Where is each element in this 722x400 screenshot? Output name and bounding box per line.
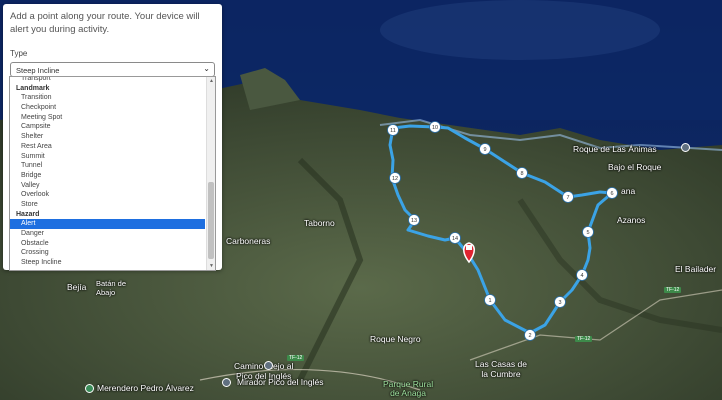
panel-instructions: Add a point along your route. Your devic…: [10, 11, 200, 35]
type-option[interactable]: Transport: [10, 77, 205, 84]
waypoint-number: 11: [390, 128, 396, 134]
option-group-header: Hazard: [16, 210, 40, 218]
place-label-carboneras: Carboneras: [226, 236, 271, 246]
route-waypoint[interactable]: 1: [484, 294, 496, 306]
route-waypoint[interactable]: 4: [576, 269, 588, 281]
type-option[interactable]: Bridge: [10, 171, 205, 181]
route-waypoint[interactable]: 5: [582, 226, 594, 238]
waypoint-number: 12: [392, 176, 398, 182]
waypoint-number: 3: [558, 300, 561, 306]
place-label-taborno: Taborno: [304, 218, 335, 228]
place-label-el-bailader: El Bailader: [675, 264, 717, 274]
type-option[interactable]: Checkpoint: [10, 103, 205, 113]
type-option[interactable]: Transition: [10, 93, 205, 103]
type-option[interactable]: Rest Area: [10, 142, 205, 152]
camera-viewpoint-icon[interactable]: [222, 378, 231, 387]
place-label-roque-animas: Roque de Las Ánimas: [573, 144, 657, 154]
place-label-batan: Batán de Abajo: [96, 279, 127, 297]
type-option[interactable]: Steep Incline: [10, 258, 205, 268]
road-shield-tf12-far-east: TF-12: [664, 287, 682, 293]
waypoint-number: 2: [528, 333, 531, 339]
waypoint-number: 13: [411, 218, 417, 224]
type-option[interactable]: Shelter: [10, 132, 205, 142]
road-shield-tf12: TF-12: [287, 355, 305, 361]
chevron-down-icon[interactable]: ⌄: [203, 64, 210, 73]
type-select[interactable]: Steep Incline ⌄: [10, 62, 215, 77]
route-waypoint[interactable]: 7: [562, 191, 574, 203]
type-option[interactable]: Tunnel: [10, 161, 205, 171]
type-option[interactable]: Crossing: [10, 248, 205, 258]
place-label-ana: ana: [621, 186, 636, 196]
scroll-up-icon[interactable]: ▲: [207, 78, 215, 84]
type-option[interactable]: Obstacle: [10, 239, 205, 249]
route-waypoint[interactable]: 12: [389, 172, 401, 184]
type-option[interactable]: Danger: [10, 229, 205, 239]
type-select-value: Steep Incline: [16, 66, 60, 75]
type-option[interactable]: Store: [10, 200, 205, 210]
route-waypoint[interactable]: 10: [429, 121, 441, 133]
scrollbar-thumb[interactable]: [208, 182, 214, 259]
type-option[interactable]: Valley: [10, 181, 205, 191]
waypoint-number: 14: [452, 236, 458, 242]
place-label-bajo-roque: Bajo el Roque: [608, 162, 662, 172]
type-dropdown-list[interactable]: Transport Landmark Transition Checkpoint Mee…: [9, 76, 216, 271]
place-label-parque-rural: Parque Rural de Anaga: [383, 379, 434, 398]
route-waypoint[interactable]: 13: [408, 214, 420, 226]
route-waypoint[interactable]: 2: [524, 329, 536, 341]
type-label: Type: [10, 49, 28, 58]
route-waypoint[interactable]: 3: [554, 296, 566, 308]
waypoint-number: 5: [586, 230, 589, 236]
place-label-merendero: Merendero Pedro Álvarez: [97, 383, 194, 393]
type-option[interactable]: Meeting Spot: [10, 113, 205, 123]
waypoint-number: 4: [580, 273, 583, 279]
scroll-down-icon[interactable]: ▼: [207, 263, 215, 269]
waypoint-number: 8: [520, 171, 523, 177]
place-label-las-casas: Las Casas de la Cumbre: [475, 359, 527, 379]
route-waypoint[interactable]: 9: [479, 143, 491, 155]
waypoint-number: 7: [566, 195, 569, 201]
route-waypoint[interactable]: 6: [606, 187, 618, 199]
route-waypoint[interactable]: 14: [449, 232, 461, 244]
type-option[interactable]: Alert: [10, 219, 205, 229]
place-label-roque-negro: Roque Negro: [370, 334, 421, 344]
waypoint-number: 9: [483, 147, 486, 153]
waypoint-number: 1: [488, 298, 491, 304]
type-option[interactable]: Overlook: [10, 190, 205, 200]
route-waypoint[interactable]: 8: [516, 167, 528, 179]
picnic-area-icon[interactable]: [85, 384, 94, 393]
place-pin-icon[interactable]: [264, 361, 273, 370]
option-group-header: Landmark: [16, 84, 50, 92]
dropdown-scrollbar[interactable]: ▲ ▼: [206, 77, 215, 270]
place-label-mirador: Mirador Pico del Inglés: [237, 377, 324, 387]
viewpoint-icon[interactable]: [681, 143, 690, 152]
place-label-bejia: Bejía: [67, 282, 87, 292]
waypoint-number: 10: [432, 125, 438, 131]
road-shield-tf12-east: TF-12: [575, 336, 593, 342]
place-label-azanos: Azanos: [617, 215, 646, 225]
waypoint-number: 6: [610, 191, 613, 197]
type-option[interactable]: Campsite: [10, 122, 205, 132]
route-waypoint[interactable]: 11: [387, 124, 399, 136]
type-option[interactable]: Summit: [10, 152, 205, 162]
